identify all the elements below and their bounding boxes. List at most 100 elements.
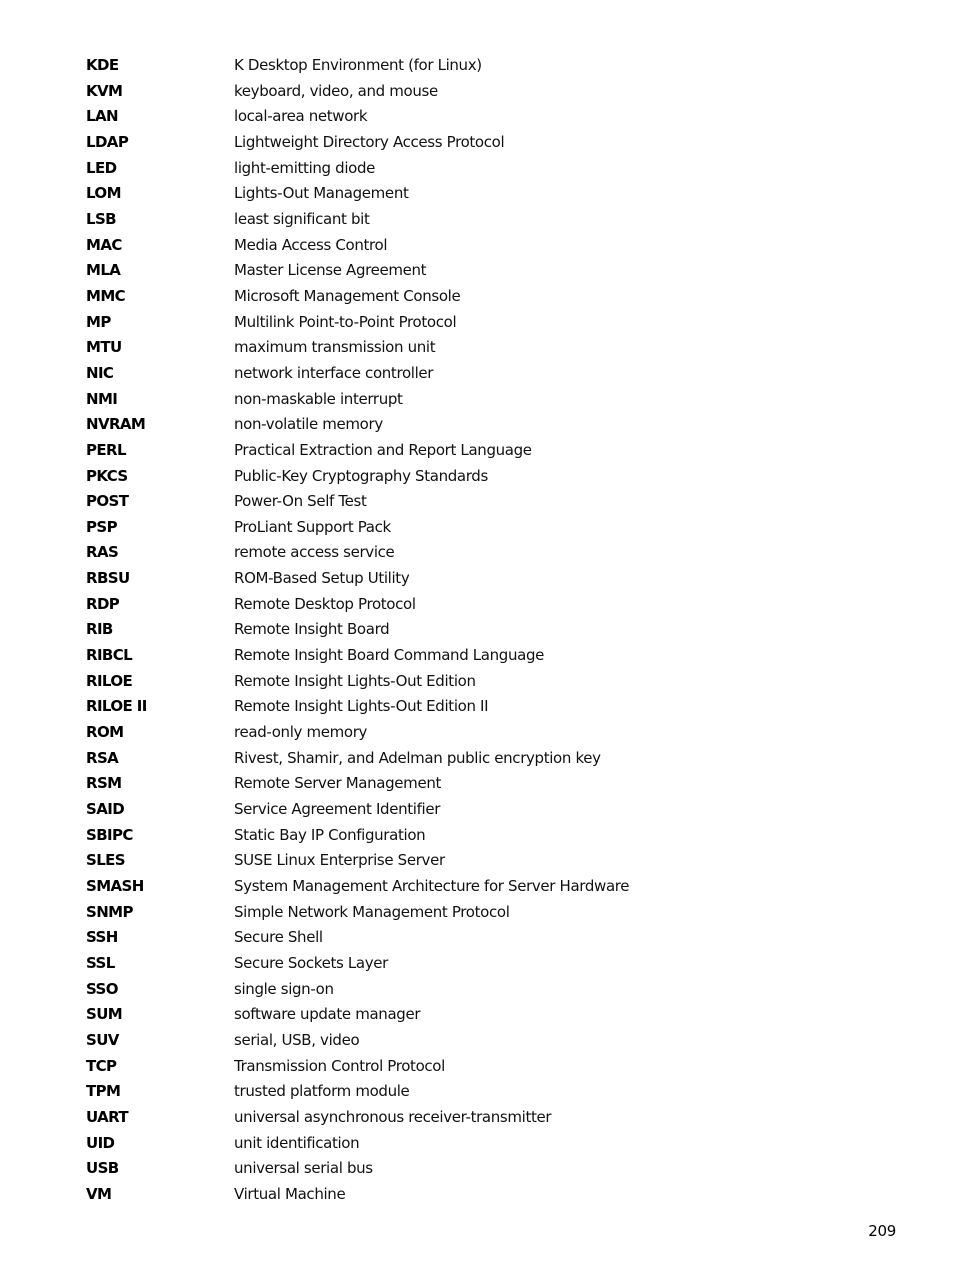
glossary-term: RIBCL	[86, 646, 133, 665]
glossary-term: NMI	[86, 389, 118, 408]
glossary-term: USB	[86, 1159, 119, 1178]
glossary-definition: Service Agreement Identifier	[234, 800, 441, 819]
glossary-term: MP	[86, 312, 111, 331]
glossary-term: SUM	[86, 1005, 123, 1024]
glossary-definition: Remote Server Management	[234, 774, 442, 793]
glossary-term: MTU	[86, 338, 122, 357]
glossary-definition: Lights-Out Management	[234, 184, 409, 203]
glossary-term: PKCS	[86, 466, 128, 485]
glossary-definition: Remote Insight Lights-Out Edition II	[234, 697, 489, 716]
glossary-term: RILOE	[86, 671, 133, 690]
glossary-definition: unit identification	[234, 1133, 360, 1152]
glossary-definition: keyboard, video, and mouse	[234, 81, 438, 100]
glossary-definition: maximum transmission unit	[234, 338, 436, 357]
glossary-entry: SMASH System Management Architecture for …	[86, 874, 706, 900]
glossary-entry: ROM read-only memory	[86, 720, 706, 746]
glossary-definition: Remote Insight Board Command Language	[234, 646, 545, 665]
glossary-definition: light-emitting diode	[234, 158, 376, 177]
glossary-entry: LAN local-area network	[86, 104, 706, 130]
glossary-definition: Master License Agreement	[234, 261, 427, 280]
glossary-definition: software update manager	[234, 1005, 421, 1024]
glossary-definition: System Management Architecture for Serve…	[234, 877, 630, 895]
glossary-definition: network interface controller	[234, 363, 434, 382]
page-number: 209	[868, 1222, 896, 1240]
glossary-entry: SAID Service Agreement Identifier	[86, 797, 706, 823]
glossary-term: LSB	[86, 209, 117, 228]
glossary-definition: universal serial bus	[234, 1159, 373, 1178]
glossary-definition: universal asynchronous receiver-transmit…	[234, 1107, 552, 1126]
glossary-term: RDP	[86, 594, 120, 613]
glossary-entry: RBSU ROM-Based Setup Utility	[86, 566, 706, 592]
glossary-definition: Virtual Machine	[234, 1184, 346, 1203]
glossary-entry: SSH Secure Shell	[86, 925, 706, 951]
glossary-definition: Practical Extraction and Report Language	[234, 440, 532, 459]
glossary-term: RSM	[86, 774, 122, 793]
glossary-entry: RILOE Remote Insight Lights-Out Edition	[86, 669, 706, 695]
glossary-entry: RSM Remote Server Management	[86, 771, 706, 797]
glossary-entry: SSL Secure Sockets Layer	[86, 951, 706, 977]
glossary-entry: LED light-emitting diode	[86, 156, 706, 182]
glossary-entry: NIC network interface controller	[86, 361, 706, 387]
glossary-term: PSP	[86, 517, 118, 536]
glossary-term: KVM	[86, 81, 123, 100]
glossary-term: MLA	[86, 261, 121, 280]
glossary-term: NIC	[86, 363, 114, 382]
glossary-term: SSO	[86, 979, 118, 998]
glossary-definition: Secure Sockets Layer	[234, 953, 388, 972]
glossary-entry: UART universal asynchronous receiver-tran…	[86, 1105, 706, 1131]
glossary-term: PERL	[86, 440, 127, 459]
glossary-entry: SUM software update manager	[86, 1002, 706, 1028]
glossary-definition: Remote Insight Board	[234, 620, 390, 639]
glossary-entry: SSO single sign-on	[86, 977, 706, 1003]
glossary-term: RAS	[86, 543, 119, 562]
glossary-definition: non-maskable interrupt	[234, 389, 403, 408]
glossary-definition: Remote Desktop Protocol	[234, 594, 416, 613]
glossary-entry: LSB least significant bit	[86, 207, 706, 233]
glossary-term: LED	[86, 158, 117, 177]
glossary-definition: least significant bit	[234, 209, 370, 228]
glossary-entry: RIB Remote Insight Board	[86, 617, 706, 643]
glossary-term: SBIPC	[86, 825, 133, 844]
glossary-entry: NMI non-maskable interrupt	[86, 387, 706, 413]
glossary-definition: Lightweight Directory Access Protocol	[234, 132, 505, 151]
glossary-entry: RAS remote access service	[86, 540, 706, 566]
glossary-definition: Secure Shell	[234, 928, 323, 947]
glossary-entry: TPM trusted platform module	[86, 1079, 706, 1105]
glossary-term: UART	[86, 1107, 129, 1126]
glossary-definition: non-volatile memory	[234, 415, 383, 434]
glossary-entry: SLES SUSE Linux Enterprise Server	[86, 848, 706, 874]
glossary-definition: Media Access Control	[234, 235, 388, 254]
glossary-definition: local-area network	[234, 107, 368, 126]
glossary-entry: POST Power-On Self Test	[86, 489, 706, 515]
glossary-term: ROM	[86, 723, 124, 742]
glossary-entry: PSP ProLiant Support Pack	[86, 515, 706, 541]
glossary-entry: RSA Rivest, Shamir, and Adelman public en…	[86, 746, 706, 772]
glossary-term: UID	[86, 1133, 115, 1152]
glossary-term: SMASH	[86, 877, 144, 895]
glossary-term: VM	[86, 1184, 112, 1203]
glossary-entry: RIBCL Remote Insight Board Command Langua…	[86, 643, 706, 669]
glossary-term: POST	[86, 492, 129, 511]
glossary-term: LOM	[86, 184, 122, 203]
glossary-term: RSA	[86, 748, 119, 767]
glossary-definition: Rivest, Shamir, and Adelman public encry…	[234, 748, 601, 767]
glossary-entry: VM Virtual Machine	[86, 1182, 706, 1208]
glossary-entry: UID unit identification	[86, 1131, 706, 1157]
glossary-entry: TCP Transmission Control Protocol	[86, 1054, 706, 1080]
glossary-term: NVRAM	[86, 415, 146, 434]
glossary-term: KDE	[86, 56, 119, 74]
glossary-definition: Simple Network Management Protocol	[234, 902, 510, 921]
glossary-definition: Remote Insight Lights-Out Edition	[234, 671, 476, 690]
glossary-definition: Multilink Point-to-Point Protocol	[234, 312, 457, 331]
glossary-definition: Transmission Control Protocol	[234, 1056, 445, 1075]
glossary-entry: KVM keyboard, video, and mouse	[86, 79, 706, 105]
glossary-definition: SUSE Linux Enterprise Server	[234, 851, 445, 870]
glossary-definition: Public-Key Cryptography Standards	[234, 466, 488, 485]
glossary-term: RILOE II	[86, 697, 147, 716]
glossary-term: LAN	[86, 107, 119, 126]
glossary-entry: RDP Remote Desktop Protocol	[86, 592, 706, 618]
glossary-entry: PKCS Public-Key Cryptography Standards	[86, 464, 706, 490]
glossary-entry: MTU maximum transmission unit	[86, 335, 706, 361]
glossary-term: SAID	[86, 800, 125, 819]
glossary-definition: single sign-on	[234, 979, 334, 998]
